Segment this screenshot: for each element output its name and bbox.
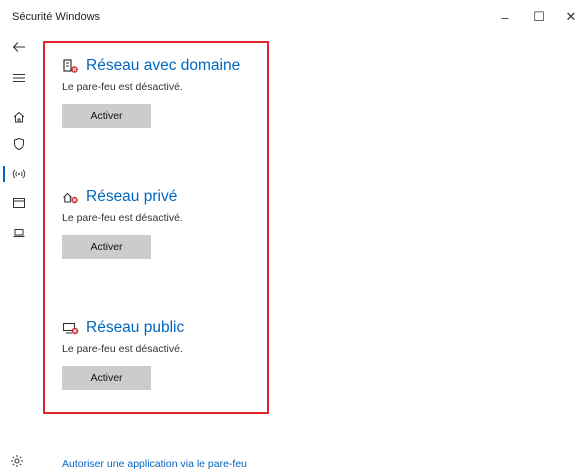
network-title[interactable]: Réseau privé: [86, 188, 177, 206]
firewall-status: Le pare-feu est désactivé.: [62, 81, 183, 93]
close-button[interactable]: ✕: [556, 6, 586, 28]
maximize-button[interactable]: ☐: [524, 6, 554, 28]
enable-firewall-button[interactable]: Activer: [62, 366, 151, 390]
firewall-networks-panel: Réseau avec domaine Le pare-feu est désa…: [43, 41, 269, 414]
firewall-status: Le pare-feu est désactivé.: [62, 212, 183, 224]
laptop-icon[interactable]: [8, 222, 30, 244]
network-section-public: Réseau public Le pare-feu est désactivé.…: [62, 317, 272, 390]
public-network-icon: [62, 320, 80, 336]
enable-firewall-button[interactable]: Activer: [62, 104, 151, 128]
allow-app-link[interactable]: Autoriser une application via le pare-fe…: [62, 458, 247, 470]
wireless-antenna-icon[interactable]: [8, 163, 30, 185]
network-title[interactable]: Réseau avec domaine: [86, 57, 240, 75]
home-icon[interactable]: [8, 106, 30, 128]
domain-network-icon: [62, 58, 80, 74]
window-title: Sécurité Windows: [12, 11, 101, 23]
private-network-icon: [62, 189, 80, 205]
network-title[interactable]: Réseau public: [86, 319, 184, 337]
gear-icon[interactable]: [10, 454, 24, 468]
firewall-status: Le pare-feu est désactivé.: [62, 343, 183, 355]
sidebar: [0, 34, 40, 471]
back-arrow-icon[interactable]: [8, 36, 30, 58]
active-indicator: [3, 166, 5, 182]
title-bar: Sécurité Windows – ☐ ✕: [0, 0, 587, 34]
network-section-domain: Réseau avec domaine Le pare-feu est désa…: [62, 55, 272, 128]
shield-icon[interactable]: [8, 133, 30, 155]
browser-window-icon[interactable]: [8, 192, 30, 214]
enable-firewall-button[interactable]: Activer: [62, 235, 151, 259]
minimize-button[interactable]: –: [490, 6, 520, 28]
network-section-private: Réseau privé Le pare-feu est désactivé. …: [62, 186, 272, 259]
hamburger-menu-icon[interactable]: [8, 67, 30, 89]
